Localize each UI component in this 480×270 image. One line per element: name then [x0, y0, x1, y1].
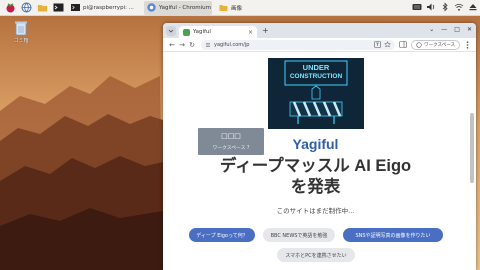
tab-strip: Yagiful × + ⌄ — □ ✕	[163, 23, 476, 38]
browser-icon[interactable]	[20, 2, 32, 14]
taskbar-task-label: pi@raspberrypi: ...	[83, 4, 134, 11]
site-info-icon[interactable]	[205, 42, 211, 48]
phone-pc-link-button[interactable]: スマホとPCを連携させたい	[277, 248, 355, 262]
taskbar-task-label: 画像	[231, 5, 243, 12]
tab-yagiful[interactable]: Yagiful ×	[179, 26, 257, 38]
keyboard-icon[interactable]	[412, 2, 422, 12]
bbc-news-button[interactable]: BBC NEWSで英語を勉強	[263, 228, 335, 242]
tooltip-label: ワークスペース ?	[212, 146, 250, 151]
folder-icon	[219, 5, 228, 11]
taskbar: pi@raspberrypi: ... Yagiful - Chromium 画…	[0, 0, 480, 16]
tooltip-glyphs: □□□	[221, 132, 241, 140]
taskbar-task-terminal[interactable]: pi@raspberrypi: ...	[68, 1, 140, 15]
tab-title: Yagiful	[193, 29, 211, 35]
more-menu-icon[interactable]	[463, 40, 472, 49]
system-tray	[412, 2, 478, 12]
taskbar-task-label: Yagiful - Chromium	[159, 4, 211, 11]
bluetooth-icon[interactable]	[440, 2, 450, 12]
workspace-icon	[416, 41, 422, 48]
sns-photo-button[interactable]: SNSや証明写真の画像を作りたい	[343, 228, 443, 242]
workspace-label: ワークスペース	[424, 42, 455, 48]
side-panel-icon[interactable]	[398, 40, 407, 49]
page-content: UNDER CONSTRUCTION Yagiful ディープマッスル AI E…	[163, 52, 476, 270]
window-controls: ⌄ — □ ✕	[429, 26, 472, 33]
under-construction-image: UNDER CONSTRUCTION	[268, 58, 364, 129]
bookmark-star-icon[interactable]	[384, 41, 392, 48]
reload-icon[interactable]: ↻	[187, 41, 197, 49]
page-headline: ディープマッスル AI Eigo を発表	[163, 156, 468, 198]
trash-desktop-icon[interactable]: ゴミ箱	[6, 20, 36, 44]
minimize-icon[interactable]: —	[441, 26, 447, 33]
maximize-icon[interactable]: □	[454, 26, 460, 33]
back-icon[interactable]: ←	[167, 41, 177, 49]
chromium-icon	[147, 3, 156, 12]
volume-icon[interactable]	[426, 2, 436, 12]
trash-icon	[15, 21, 27, 36]
new-tab-button[interactable]: +	[262, 26, 269, 36]
close-icon[interactable]: ✕	[467, 26, 472, 33]
terminal-icon	[71, 4, 80, 11]
tab-search-button[interactable]	[166, 26, 176, 36]
forward-icon[interactable]: →	[177, 41, 187, 49]
chevron-down-icon	[168, 29, 174, 33]
page-scrollbar[interactable]	[470, 113, 474, 183]
headline-line2: を発表	[290, 178, 341, 196]
workspace-tooltip: □□□ ワークスペース ?	[198, 128, 264, 155]
what-is-deep-eigo-button[interactable]: ディープ Eigoって何？	[189, 228, 255, 242]
hero-text-line1: UNDER	[302, 63, 330, 72]
file-manager-icon[interactable]	[36, 2, 48, 14]
page-subtitle: このサイトはまだ制作中...	[276, 207, 355, 215]
wifi-icon[interactable]	[454, 2, 464, 12]
workspace-button[interactable]: ワークスペース	[411, 39, 460, 50]
site-favicon-icon	[183, 28, 190, 36]
hero-text-line2: CONSTRUCTION	[289, 73, 343, 80]
trash-label: ゴミ箱	[13, 38, 29, 44]
raspberry-menu-icon[interactable]	[4, 2, 16, 14]
address-bar[interactable]: yagiful.com/jp	[201, 39, 396, 50]
taskbar-task-chromium[interactable]: Yagiful - Chromium	[144, 0, 212, 15]
taskbar-task-folder[interactable]: 画像	[216, 1, 246, 15]
terminal-icon[interactable]	[52, 2, 64, 14]
window-menu-icon[interactable]: ⌄	[429, 26, 434, 33]
headline-line1: ディープマッスル AI Eigo	[219, 157, 412, 175]
eject-icon[interactable]	[468, 2, 478, 12]
translate-icon[interactable]	[374, 41, 381, 48]
browser-toolbar: ← → ↻ yagiful.com/jp ワークスペース	[163, 38, 476, 52]
url-text: yagiful.com/jp	[214, 41, 250, 48]
tab-close-icon[interactable]: ×	[248, 29, 253, 36]
